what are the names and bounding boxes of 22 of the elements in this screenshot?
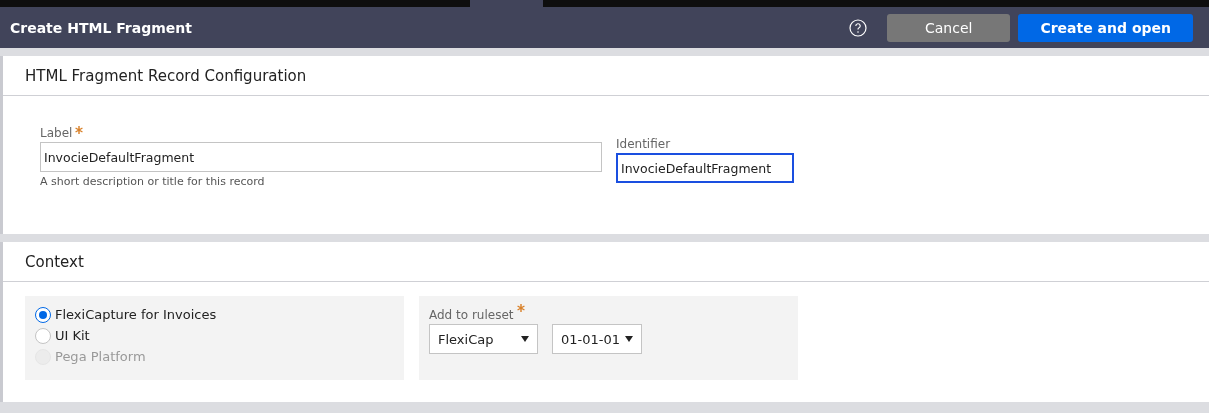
field-hint: A short description or title for this record: [40, 175, 266, 188]
caret-icon: [625, 336, 633, 342]
field-label: Add to ruleset: [429, 308, 525, 322]
active-tab[interactable]: [470, 0, 543, 7]
radio-button[interactable]: [35, 327, 51, 344]
version-dropdown[interactable]: 01-01-01: [552, 324, 642, 354]
section-title: Context: [25, 252, 84, 271]
create-button[interactable]: Create and open: [1018, 13, 1193, 42]
radio-button[interactable]: [35, 306, 51, 323]
dialog-title: Create HTML Fragment: [10, 19, 193, 36]
radio-label: Pega Platform: [55, 349, 146, 364]
radio-label: FlexiCapture for Invoices: [55, 307, 217, 322]
label-field[interactable]: InvocieDefaultFragment: [40, 142, 602, 172]
field-label: Identifier: [616, 137, 672, 151]
ruleset-dropdown[interactable]: FlexiCap: [429, 324, 538, 354]
caret-icon: [521, 336, 529, 342]
field-label: Label: [40, 126, 602, 140]
section-title: HTML Fragment Record Configuration: [25, 66, 307, 85]
radio-label: UI Kit: [55, 328, 90, 343]
help-icon[interactable]: [848, 18, 867, 37]
cancel-button[interactable]: Cancel: [886, 13, 1011, 42]
identifier-field[interactable]: InvocieDefaultFragment: [616, 153, 794, 183]
